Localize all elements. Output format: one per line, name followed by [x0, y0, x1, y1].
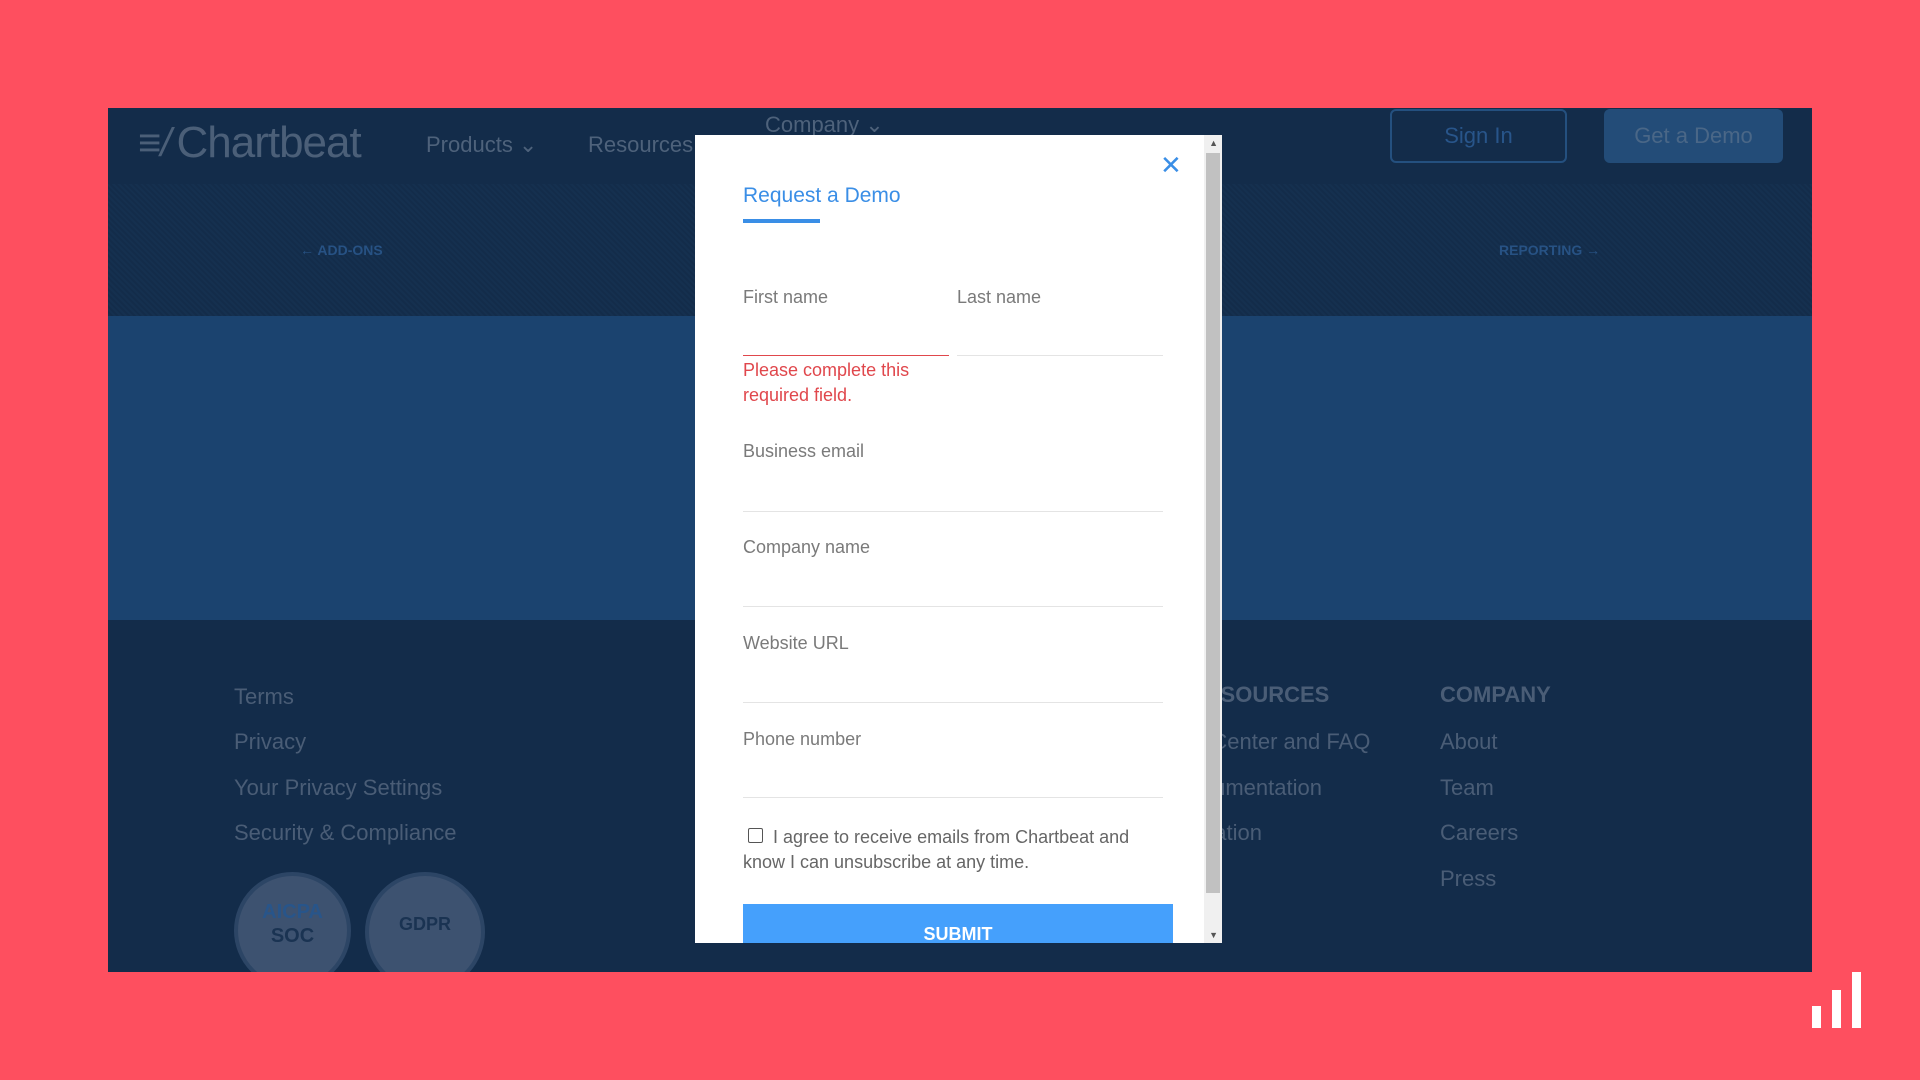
footer-privacy[interactable]: Privacy [234, 729, 306, 755]
consent-text: I agree to receive emails from Chartbeat… [743, 827, 1130, 872]
bar-chart-logo-icon [1812, 972, 1864, 1028]
submit-button[interactable]: SUBMIT [743, 904, 1173, 943]
chartbeat-logo[interactable]: ≡/Chartbeat [138, 118, 362, 168]
modal-scrollbar[interactable]: ▲ ▼ [1204, 135, 1222, 943]
footer-careers[interactable]: Careers [1440, 820, 1518, 846]
next-reporting-link[interactable]: REPORTING → [1499, 242, 1600, 258]
get-demo-button[interactable]: Get a Demo [1604, 109, 1783, 163]
footer-terms[interactable]: Terms [234, 684, 294, 710]
company-input[interactable] [743, 577, 1163, 607]
company-label: Company name [743, 537, 871, 557]
modal-title: Request a Demo [743, 184, 901, 207]
phone-input[interactable] [743, 768, 1163, 798]
phone-label: Phone number [743, 729, 862, 749]
scroll-down-icon[interactable]: ▼ [1209, 930, 1218, 940]
gdpr-badge: GDPR [365, 872, 485, 972]
title-underline [743, 219, 820, 223]
aicpa-soc-badge: AICPA SOC [234, 872, 351, 972]
last-name-input[interactable] [957, 326, 1163, 356]
footer-privacy-settings[interactable]: Your Privacy Settings [234, 775, 442, 801]
website-input[interactable] [743, 673, 1163, 703]
scrollbar-thumb[interactable] [1206, 153, 1220, 893]
first-name-error: Please complete this required field. [743, 360, 910, 405]
footer-press[interactable]: Press [1440, 866, 1496, 892]
first-name-input[interactable] [743, 326, 949, 356]
footer-security[interactable]: Security & Compliance [234, 820, 457, 846]
last-name-label: Last name [957, 287, 1042, 307]
close-icon[interactable]: ✕ [1160, 150, 1182, 181]
email-label: Business email [743, 441, 865, 461]
nav-products[interactable]: Products ⌄ [426, 132, 537, 158]
footer-team[interactable]: Team [1440, 775, 1494, 801]
request-demo-modal: ✕ Request a Demo First name Last name Pl… [695, 135, 1222, 943]
footer-company-heading: COMPANY [1440, 682, 1551, 707]
email-input[interactable] [743, 482, 1163, 512]
footer-about[interactable]: About [1440, 729, 1498, 755]
first-name-label: First name [743, 287, 829, 307]
scroll-up-icon[interactable]: ▲ [1209, 138, 1218, 148]
website-label: Website URL [743, 633, 849, 653]
consent-checkbox[interactable] [748, 828, 763, 843]
prev-add-ons-link[interactable]: ← ADD-ONS [300, 242, 383, 258]
logo-icon: ≡/ [138, 120, 171, 165]
sign-in-button[interactable]: Sign In [1390, 109, 1567, 163]
